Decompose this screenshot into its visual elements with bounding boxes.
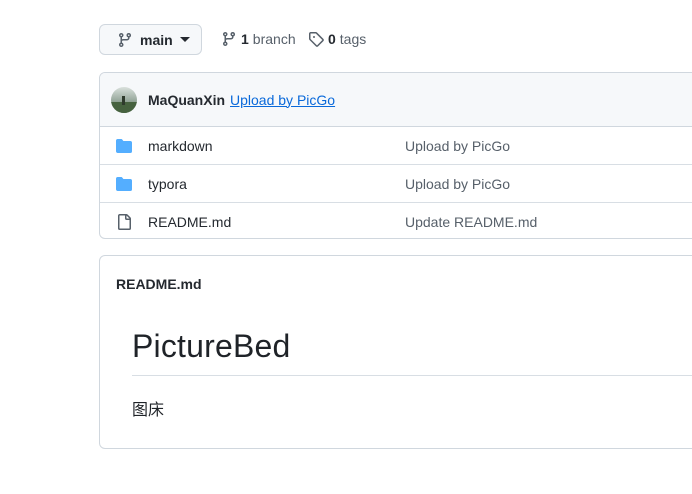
tags-link[interactable]: 0 tags [308,31,366,47]
avatar[interactable] [111,86,137,113]
latest-commit-bar: MaQuanXin Upload by PicGo [100,73,692,127]
file-commit-message[interactable]: Upload by PicGo [405,176,510,192]
readme-header[interactable]: README.md [116,276,202,292]
readme-divider [132,375,692,376]
file-commit-message[interactable]: Update README.md [405,214,537,230]
commit-message-link[interactable]: Upload by PicGo [230,92,335,108]
branch-count-label: branch [252,31,296,47]
branch-select-button[interactable]: main [99,24,202,55]
tag-count-label: tags [339,31,367,47]
file-name[interactable]: typora [148,176,187,192]
folder-icon [116,138,132,154]
branch-count: 1 [241,31,249,47]
file-row[interactable]: typora Upload by PicGo [100,165,692,203]
file-row[interactable]: README.md Update README.md [100,203,692,238]
repo-page: main 1 branch 0 tags MaQuanXin Upload by… [0,0,692,494]
file-icon [116,214,132,230]
file-row[interactable]: markdown Upload by PicGo [100,127,692,165]
commit-author[interactable]: MaQuanXin [148,92,225,108]
tag-count: 0 [328,31,336,47]
readme-heading: PictureBed [132,328,291,364]
git-branch-icon [117,32,133,48]
branch-name: main [140,31,173,48]
branches-link[interactable]: 1 branch [221,31,296,47]
file-commit-message[interactable]: Upload by PicGo [405,138,510,154]
readme-body-text: 图床 [132,402,165,419]
git-branch-icon [221,31,237,47]
file-name[interactable]: markdown [148,138,213,154]
file-list-box: MaQuanXin Upload by PicGo markdown Uploa… [99,72,692,239]
folder-icon [116,176,132,192]
file-name[interactable]: README.md [148,214,231,230]
caret-down-icon [179,36,190,43]
readme-box: README.md PictureBed 图床 [99,255,692,449]
tag-icon [308,31,324,47]
